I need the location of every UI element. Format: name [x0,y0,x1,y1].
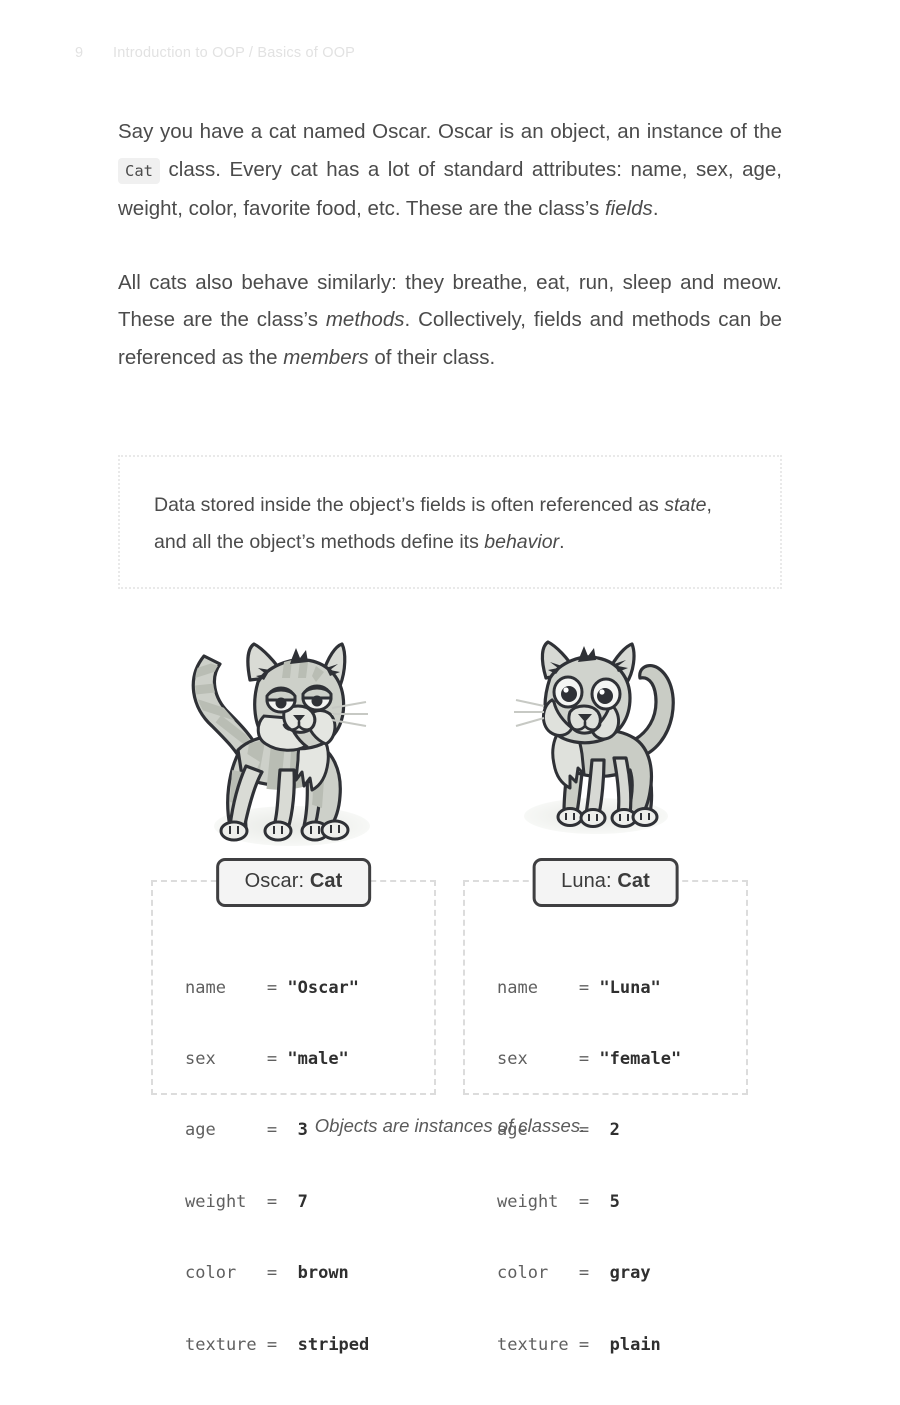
field-key: name [497,977,569,998]
field-equals: = [256,1263,288,1284]
field-value: "female" [599,1048,682,1069]
inline-code-cat: Cat [118,157,160,184]
field-row: name = "Luna" [497,977,681,1001]
field-row: weight = 5 [497,1191,681,1215]
body-content: Say you have a cat named Oscar. Oscar is… [118,113,782,376]
field-row: color = brown [185,1262,369,1286]
field-key: texture [497,1334,569,1355]
running-head: 9 Introduction to OOP / Basics of OOP [75,45,355,61]
field-equals: = [256,977,288,998]
paragraph-1-text-c: . [652,197,659,220]
emphasis-members: members [283,345,369,369]
field-key: weight [497,1191,569,1212]
object-box-oscar: Oscar: Cat name = "Oscar" sex = "male" a… [151,858,436,1355]
field-row: texture = striped [185,1334,369,1358]
cat-eye-right [301,684,333,712]
cat-head [246,642,368,752]
oscar-striped-cat-illustration [180,620,390,860]
cat-whiskers [514,699,545,727]
field-equals: = [256,1048,288,1069]
field-equals: = [256,1191,288,1212]
field-key: color [497,1263,569,1284]
field-value: brown [287,1263,349,1284]
field-value: "Luna" [599,977,661,998]
field-value: "male" [287,1048,349,1069]
field-key: sex [497,1048,569,1069]
field-value: 5 [599,1191,620,1212]
callout-box: Data stored inside the object’s fields i… [118,455,782,589]
field-value: 7 [287,1191,308,1212]
emphasis-state: state [664,494,707,516]
callout-text-a: Data stored inside the object’s fields i… [154,494,665,516]
emphasis-fields: fields [604,197,653,220]
field-equals: = [256,1334,288,1355]
object-box-luna: Luna: Cat name = "Luna" sex = "female" a… [463,858,748,1355]
object-class-name: Cat [309,870,343,892]
field-equals: = [568,1263,600,1284]
field-value: gray [599,1263,651,1284]
paragraph-1: Say you have a cat named Oscar. Oscar is… [118,113,782,228]
object-fields-luna: name = "Luna" sex = "female" age = 2 wei… [497,929,681,1405]
cat-eye-right [590,677,622,711]
field-equals: = [568,1334,600,1355]
object-title-separator: : [298,870,310,892]
field-key: sex [185,1048,257,1069]
field-row: weight = 7 [185,1191,369,1215]
page-number: 9 [75,45,84,61]
paragraph-1-text-b: class. Every cat has a lot of standard a… [118,157,782,221]
field-value: plain [599,1334,661,1355]
figure-objects-instances: Oscar: Cat name = "Oscar" sex = "male" a… [118,620,782,1355]
emphasis-behavior: behavior [484,531,560,553]
paragraph-2: All cats also behave similarly: they bre… [118,264,782,377]
field-key: weight [185,1191,257,1212]
field-row: name = "Oscar" [185,977,369,1001]
paragraph-2-text-c: of their class. [368,345,496,369]
field-key: name [185,977,257,998]
figure-caption: Objects are instances of classes. [314,1115,586,1136]
cat-forehead-tuft [290,648,308,664]
object-title-luna: Luna: Cat [532,858,679,907]
field-row: sex = "male" [185,1048,369,1072]
paragraph-1-text-a: Say you have a cat named Oscar. Oscar is… [118,120,782,143]
object-boxes-row: Oscar: Cat name = "Oscar" sex = "male" a… [118,858,782,1355]
cat-eye-left [265,686,297,714]
field-row: texture = plain [497,1334,681,1358]
field-value: striped [287,1334,370,1355]
emphasis-methods: methods [325,308,405,331]
cat-paws [219,819,350,842]
object-title-oscar: Oscar: Cat [215,858,372,907]
field-key: color [185,1263,257,1284]
field-equals: = [568,1048,600,1069]
object-title-separator: : [606,870,618,892]
object-instance-name: Oscar [244,870,299,892]
cat-head [514,640,636,745]
object-class-name: Cat [617,870,650,892]
running-head-title: Introduction to OOP / Basics of OOP [113,45,356,61]
field-equals: = [568,977,600,998]
field-equals: = [568,1191,600,1212]
cat-eye-left [552,675,584,709]
callout-text: Data stored inside the object’s fields i… [154,487,746,561]
field-row: color = gray [497,1262,681,1286]
cat-illustrations-row [118,620,782,870]
field-value: "Oscar" [287,977,360,998]
object-fields-oscar: name = "Oscar" sex = "male" age = 3 weig… [185,929,369,1405]
cat-forehead-tuft [578,646,596,662]
field-key: texture [185,1334,257,1355]
callout-text-c: . [559,531,565,553]
object-instance-name: Luna [561,870,607,892]
field-row: sex = "female" [497,1048,681,1072]
luna-plain-cat-illustration [498,620,698,850]
